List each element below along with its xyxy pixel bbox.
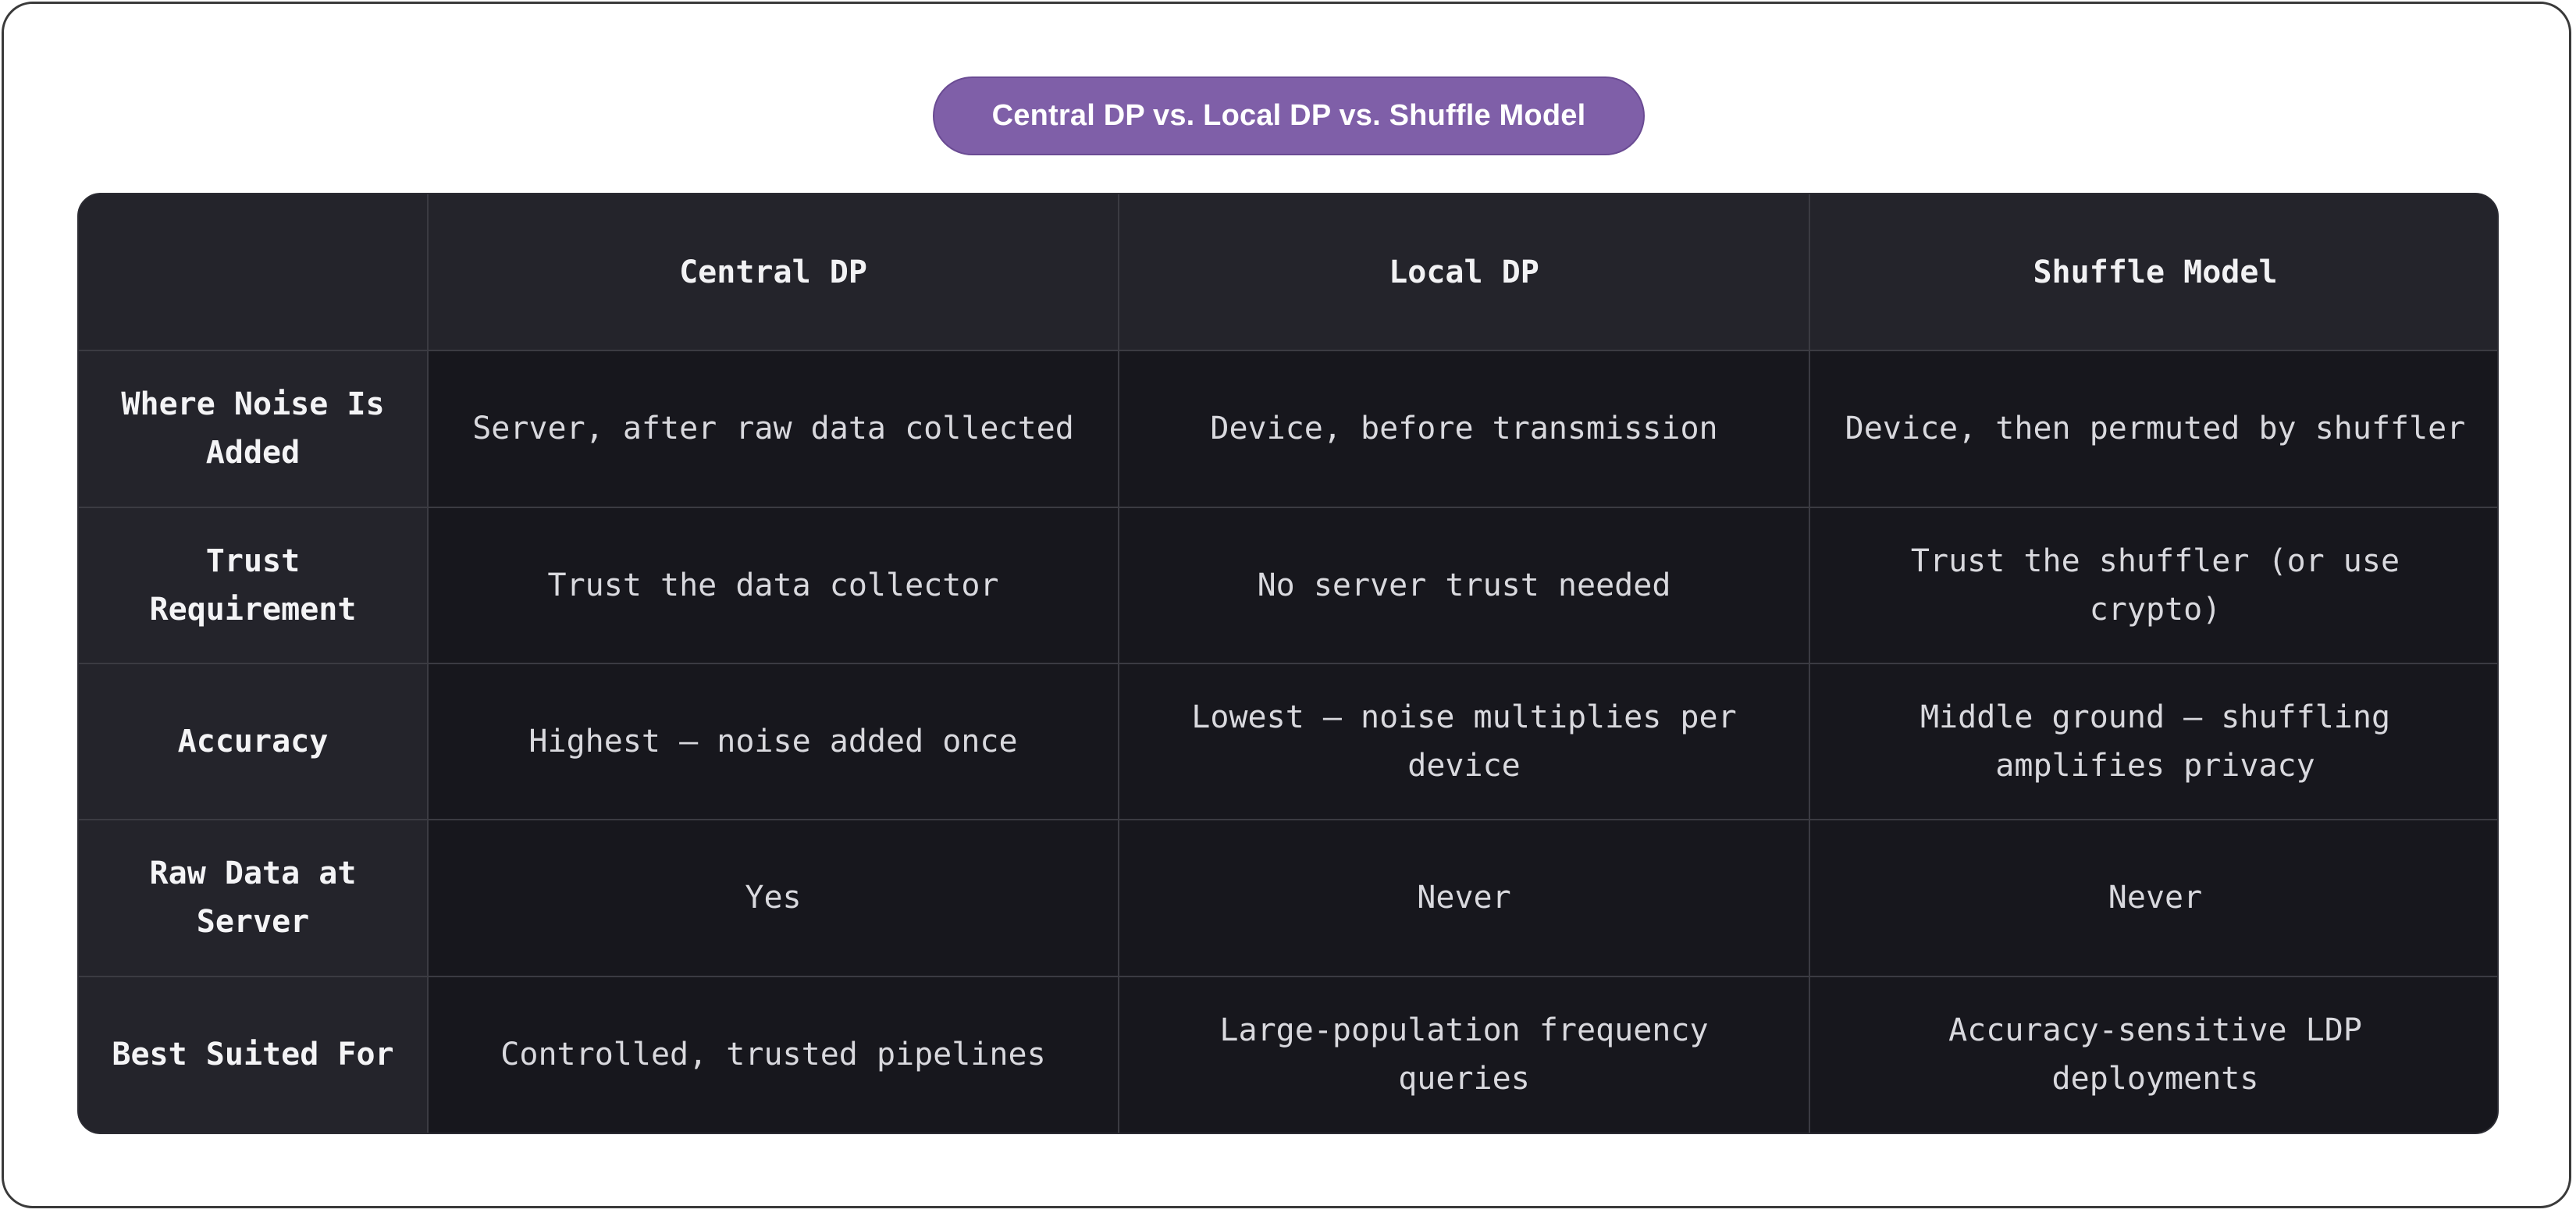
table-cell: Controlled, trusted pipelines [427, 975, 1119, 1133]
table-cell: Never [1809, 819, 2497, 977]
table-row: Raw Data at Server Yes Never Never [79, 819, 2497, 977]
column-header-central-dp: Central DP [427, 194, 1119, 352]
header-row: Central DP Local DP Shuffle Model [79, 194, 2497, 352]
column-header-shuffle-model: Shuffle Model [1809, 194, 2497, 352]
diagram-title: Central DP vs. Local DP vs. Shuffle Mode… [933, 76, 1645, 155]
row-label-trust-requirement: Trust Requirement [79, 506, 429, 664]
table-cell: Never [1118, 819, 1810, 977]
table-cell: Yes [427, 819, 1119, 977]
table-cell: Lowest — noise multiplies per device [1118, 662, 1810, 821]
row-label-where-noise-is-added: Where Noise Is Added [79, 350, 429, 508]
row-label-accuracy: Accuracy [79, 662, 429, 821]
table-row: Where Noise Is Added Server, after raw d… [79, 350, 2497, 508]
table-row: Best Suited For Controlled, trusted pipe… [79, 975, 2497, 1133]
row-label-best-suited-for: Best Suited For [79, 975, 429, 1133]
table-cell: Trust the shuffler (or use crypto) [1809, 506, 2497, 664]
comparison-table: Central DP Local DP Shuffle Model Where … [77, 193, 2499, 1134]
table-cell: Trust the data collector [427, 506, 1119, 664]
table-cell: Device, before transmission [1118, 350, 1810, 508]
table-cell: No server trust needed [1118, 506, 1810, 664]
row-label-raw-data-at-server: Raw Data at Server [79, 819, 429, 977]
column-header-local-dp: Local DP [1118, 194, 1810, 352]
table-cell: Highest — noise added once [427, 662, 1119, 821]
table-cell: Device, then permuted by shuffler [1809, 350, 2497, 508]
table-cell: Large-population frequency queries [1118, 975, 1810, 1133]
table-cell: Middle ground — shuffling amplifies priv… [1809, 662, 2497, 821]
table-cell: Accuracy-sensitive LDP deployments [1809, 975, 2497, 1133]
table-cell: Server, after raw data collected [427, 350, 1119, 508]
corner-cell [79, 194, 429, 352]
table-row: Accuracy Highest — noise added once Lowe… [79, 662, 2497, 821]
table-row: Trust Requirement Trust the data collect… [79, 506, 2497, 664]
